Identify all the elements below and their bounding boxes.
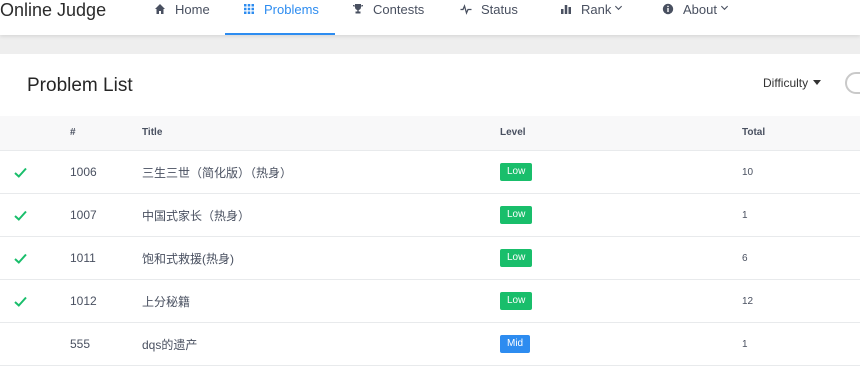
trophy-icon bbox=[352, 3, 366, 17]
level-cell: Low bbox=[500, 237, 533, 279]
level-cell: Mid bbox=[500, 323, 531, 365]
level-badge: Low bbox=[500, 292, 533, 310]
table-row: 1007 中国式家长（热身） Low 1 bbox=[0, 194, 860, 237]
nav-problems[interactable]: Problems bbox=[225, 0, 335, 35]
nav-problems-label: Problems bbox=[264, 2, 319, 17]
problem-id: 1012 bbox=[70, 294, 97, 308]
accepted-check-icon bbox=[14, 280, 27, 322]
problem-total: 12 bbox=[742, 295, 754, 307]
problem-id: 1007 bbox=[70, 208, 97, 222]
difficulty-dropdown[interactable]: Difficulty bbox=[763, 76, 822, 90]
problem-total: 6 bbox=[742, 252, 748, 264]
accepted-check-icon bbox=[14, 237, 27, 279]
problem-list-card: Problem List Difficulty # Title Level To… bbox=[0, 54, 860, 366]
problem-total: 1 bbox=[742, 209, 748, 221]
level-badge: Low bbox=[500, 163, 533, 181]
level-cell: Low bbox=[500, 194, 533, 236]
nav-home[interactable]: Home bbox=[154, 0, 210, 35]
caret-down-icon bbox=[813, 80, 822, 86]
top-navbar: Online Judge Home Problems Contests Stat… bbox=[0, 0, 860, 35]
nav-home-label: Home bbox=[175, 2, 210, 17]
column-header-total: Total bbox=[742, 127, 766, 138]
bar-chart-icon bbox=[560, 3, 574, 17]
problem-title-link[interactable]: dqs的遗产 bbox=[142, 323, 197, 365]
problem-id: 1011 bbox=[70, 251, 96, 265]
page-title: Problem List bbox=[27, 75, 133, 96]
problem-id: 1006 bbox=[70, 165, 97, 179]
table-row: 1012 上分秘籍 Low 12 bbox=[0, 280, 860, 323]
problem-id: 555 bbox=[70, 337, 91, 351]
level-cell: Low bbox=[500, 280, 533, 322]
column-header-title: Title bbox=[142, 127, 163, 138]
tag-toggle-switch[interactable] bbox=[845, 72, 860, 94]
level-badge: Low bbox=[500, 206, 533, 224]
info-icon bbox=[662, 3, 676, 17]
chevron-down-icon bbox=[614, 3, 624, 13]
pulse-icon bbox=[460, 3, 474, 17]
home-icon bbox=[154, 3, 168, 17]
nav-rank-label: Rank bbox=[581, 2, 612, 17]
accepted-check-icon bbox=[14, 194, 27, 236]
nav-contests[interactable]: Contests bbox=[352, 0, 424, 35]
level-badge: Mid bbox=[500, 335, 531, 353]
level-badge: Low bbox=[500, 249, 533, 267]
problem-title-link[interactable]: 三生三世（简化版）（热身） bbox=[142, 151, 292, 193]
nav-about[interactable]: About bbox=[662, 0, 730, 35]
table-header: # Title Level Total bbox=[0, 116, 860, 151]
column-header-id: # bbox=[70, 127, 76, 138]
problem-title-link[interactable]: 饱和式救援(热身) bbox=[142, 237, 234, 279]
problem-total: 1 bbox=[742, 338, 748, 350]
nav-about-label: About bbox=[683, 2, 717, 17]
table-row: 1011 饱和式救援(热身) Low 6 bbox=[0, 237, 860, 280]
nav-status-label: Status bbox=[481, 2, 518, 17]
problem-total: 10 bbox=[742, 166, 754, 178]
level-cell: Low bbox=[500, 151, 533, 193]
problem-title-link[interactable]: 中国式家长（热身） bbox=[142, 194, 250, 236]
nav-rank[interactable]: Rank bbox=[560, 0, 624, 35]
accepted-check-icon bbox=[14, 151, 27, 193]
app-logo[interactable]: Online Judge bbox=[0, 0, 106, 30]
nav-contests-label: Contests bbox=[373, 2, 425, 17]
problem-title-link[interactable]: 上分秘籍 bbox=[142, 280, 190, 322]
table-row: 1006 三生三世（简化版）（热身） Low 10 bbox=[0, 151, 860, 194]
nav-status[interactable]: Status bbox=[460, 0, 518, 35]
chevron-down-icon bbox=[720, 3, 730, 13]
difficulty-label: Difficulty bbox=[763, 76, 809, 90]
column-header-level: Level bbox=[500, 127, 526, 138]
grid-icon bbox=[243, 3, 257, 17]
